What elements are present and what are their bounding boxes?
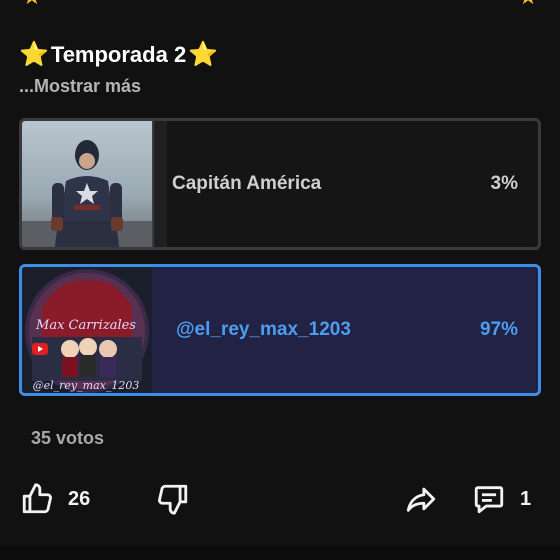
show-more-link[interactable]: ...Mostrar más xyxy=(19,76,141,97)
svg-text:Max Carrizales: Max Carrizales xyxy=(35,318,136,333)
thumbs-up-icon xyxy=(22,483,52,514)
comment-count: 1 xyxy=(520,487,532,510)
star-icon: ★ xyxy=(518,0,538,8)
star-icon: ⭐ xyxy=(188,41,219,68)
like-count: 26 xyxy=(68,487,91,510)
share-button[interactable] xyxy=(404,482,438,516)
poll-post: ★ ★ ⭐ Temporada 2 ⭐ ...Mostrar más xyxy=(0,0,560,560)
el-rey-max-avatar-image: Max Carrizales @el_rey_max_1203 xyxy=(22,267,152,393)
post-divider xyxy=(0,546,560,560)
poll-option-label: Capitán América xyxy=(172,173,322,194)
star-icon: ⭐ xyxy=(19,41,49,68)
comment-button[interactable]: 1 xyxy=(472,482,531,516)
post-title-text: Temporada 2 xyxy=(50,42,187,67)
post-title: ⭐ Temporada 2 ⭐ xyxy=(19,42,218,68)
dislike-button[interactable] xyxy=(156,482,190,516)
svg-text:@el_rey_max_1203: @el_rey_max_1203 xyxy=(33,379,140,392)
share-arrow-icon xyxy=(406,487,436,512)
vote-count: 35 votos xyxy=(31,428,105,448)
poll-option-percent: 97% xyxy=(479,319,518,340)
thumbs-down-icon xyxy=(158,484,188,515)
captain-america-image xyxy=(22,121,152,247)
previous-post-edge: ★ ★ xyxy=(0,0,560,8)
poll-option-el-rey-max[interactable]: Max Carrizales @el_rey_max_1203 @el_rey_… xyxy=(19,264,541,396)
poll-option-percent: 3% xyxy=(490,173,518,194)
poll-option-label: @el_rey_max_1203 xyxy=(176,319,351,340)
star-icon: ★ xyxy=(22,0,42,8)
comment-icon xyxy=(474,486,504,514)
like-button[interactable]: 26 xyxy=(20,482,90,516)
poll-option-captain-america[interactable]: Capitán América 3% xyxy=(19,118,541,250)
post-actions-bar: 26 1 xyxy=(0,478,560,524)
